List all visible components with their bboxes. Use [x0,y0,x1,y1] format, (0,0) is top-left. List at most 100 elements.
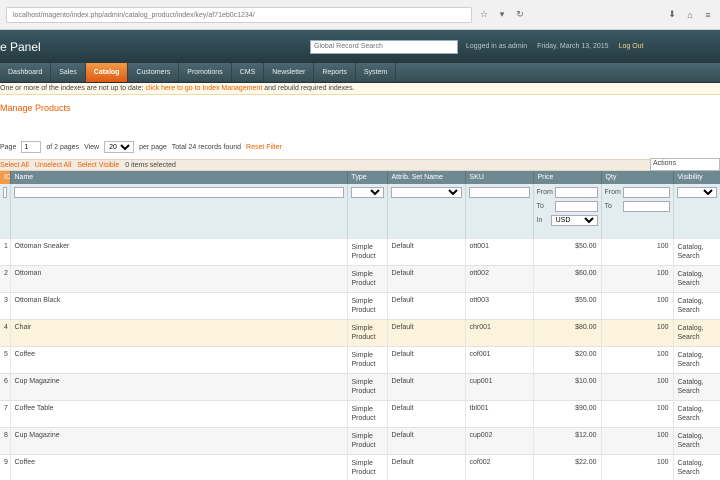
select-all-link[interactable]: Select All [0,162,29,169]
column-header-price[interactable]: Price [533,171,602,184]
table-row[interactable]: 7 Coffee Table Simple Product Default tbl001… [0,400,720,428]
notice-link[interactable]: click here to go to Index Management [146,85,263,92]
cell-attribute-set: Default [387,400,466,428]
nav-item-customers[interactable]: Customers [128,63,180,82]
cell-name: Coffee [10,346,348,374]
column-header-qty[interactable]: Qty [601,171,674,184]
filter-sku-input[interactable] [468,187,530,198]
cell-price: $60.00 [533,265,602,293]
cell-name: Coffee [10,454,348,480]
filter-price-from-input[interactable] [554,187,598,198]
admin-logo[interactable]: e Panel [0,40,310,54]
cell-sku: chr001 [465,319,534,347]
cell-id: 6 [0,373,11,401]
header-date: Friday, March 13, 2015 [537,43,609,50]
cell-type: Simple Product [347,319,388,347]
table-row[interactable]: 9 Coffee Simple Product Default cof002 $22.00… [0,454,720,480]
column-header-sku[interactable]: SKU [465,171,534,184]
column-header-id[interactable]: ID [0,171,11,184]
filter-type-select[interactable] [350,187,384,198]
table-row[interactable]: 6 Cup Magazine Simple Product Default cup001… [0,373,720,401]
filter-name-input[interactable] [13,187,344,198]
table-row[interactable]: 2 Ottoman Simple Product Default ott002 $60.0… [0,265,720,293]
nav-item-cms[interactable]: CMS [232,63,265,82]
nav-item-sales[interactable]: Sales [51,63,86,82]
cell-attribute-set: Default [387,239,466,266]
actions-select[interactable]: Actions [650,158,720,171]
table-row[interactable]: 1 Ottoman Sneaker Simple Product Default ott… [0,239,720,266]
cell-sku: cup002 [465,427,534,455]
grid-pager: Page of 2 pages View 20 per page Total 2… [0,135,720,159]
cell-name: Cup Magazine [10,427,348,455]
filter-qty-from-input[interactable] [622,187,670,198]
nav-item-reports[interactable]: Reports [314,63,356,82]
filter-price-to-input[interactable] [554,201,598,212]
grid-body: 1 Ottoman Sneaker Simple Product Default ott… [0,239,720,480]
menu-icon[interactable]: ≡ [702,9,714,21]
column-header-name[interactable]: Name [10,171,348,184]
cell-sku: cof001 [465,346,534,374]
cell-name: Coffee Table [10,400,348,428]
table-row[interactable]: 3 Ottoman Black Simple Product Default ott00… [0,292,720,320]
global-search-input[interactable] [310,39,458,54]
filter-cell-sku [465,184,534,239]
nav-item-system[interactable]: System [356,63,397,82]
nav-item-catalog[interactable]: Catalog [85,63,129,82]
cell-qty: 100 [601,239,674,266]
nav-item-newsletter[interactable]: Newsletter [264,63,315,82]
column-header-type[interactable]: Type [347,171,388,184]
filter-cell-type [347,184,388,239]
currency-in-label: In [536,217,543,224]
grid-header-row: ID Name Type Attrib. Set Name SKU Price … [0,171,720,184]
filter-qty-to-input[interactable] [622,201,670,212]
per-page-suffix: per page [139,143,167,151]
cell-attribute-set: Default [387,319,466,347]
table-row[interactable]: 5 Coffee Simple Product Default cof001 $20.00… [0,346,720,374]
filter-attribute-set-select[interactable] [390,187,462,198]
nav-item-dashboard[interactable]: Dashboard [0,63,52,82]
cell-price: $22.00 [533,454,602,480]
filter-currency-select[interactable]: USD [550,215,598,226]
dropdown-icon[interactable]: ▾ [496,9,508,21]
index-notice: One or more of the indexes are not up to… [0,83,720,95]
browser-toolbar: localhost/magento/index.php/admin/catalo… [0,0,720,30]
address-bar[interactable]: localhost/magento/index.php/admin/catalo… [6,6,472,23]
notice-tail: and rebuild required indexes. [264,85,355,92]
records-total: Total 24 records found [171,143,242,151]
per-page-select[interactable]: 20 [104,141,135,153]
unselect-all-link[interactable]: Unselect All [35,162,72,169]
filter-visibility-select[interactable] [676,187,717,198]
bookmark-star-icon[interactable]: ☆ [478,9,490,21]
price-to-line: To [537,201,598,212]
notice-text: One or more of the indexes are not up to… [0,85,144,92]
cell-type: Simple Product [347,292,388,320]
reset-filter-button[interactable]: Reset Filter [246,144,282,151]
cell-qty: 100 [601,400,674,428]
price-to-label: To [536,203,544,210]
reload-icon[interactable]: ↻ [514,9,526,21]
page-number-input[interactable] [21,141,42,153]
select-visible-link[interactable]: Select Visible [77,162,119,169]
home-icon[interactable]: ⌂ [684,9,696,21]
qty-from-label: From [604,189,621,196]
nav-item-promotions[interactable]: Promotions [179,63,232,82]
cell-visibility: Catalog, Search [673,373,720,401]
column-header-visibility[interactable]: Visibility [673,171,720,184]
cell-price: $90.00 [533,400,602,428]
cell-qty: 100 [601,319,674,347]
cell-sku: tbl001 [465,400,534,428]
cell-id: 9 [0,454,11,480]
cell-visibility: Catalog, Search [673,346,720,374]
filter-cell-price: From To In USD [533,184,602,239]
cell-id: 1 [0,239,11,266]
table-row[interactable]: 8 Cup Magazine Simple Product Default cup002… [0,427,720,455]
header-links: Logged in as admin Friday, March 13, 201… [466,43,644,50]
logout-link[interactable]: Log Out [619,43,644,50]
page-count-text: of 2 pages [46,143,80,151]
filter-id-input[interactable] [3,187,7,198]
column-header-attribute-set[interactable]: Attrib. Set Name [387,171,466,184]
table-row[interactable]: 4 Chair Simple Product Default chr001 $80.00 1… [0,319,720,347]
downloads-icon[interactable]: ⬇ [666,9,678,21]
logged-in-text: Logged in as admin [466,43,528,50]
cell-visibility: Catalog, Search [673,400,720,428]
